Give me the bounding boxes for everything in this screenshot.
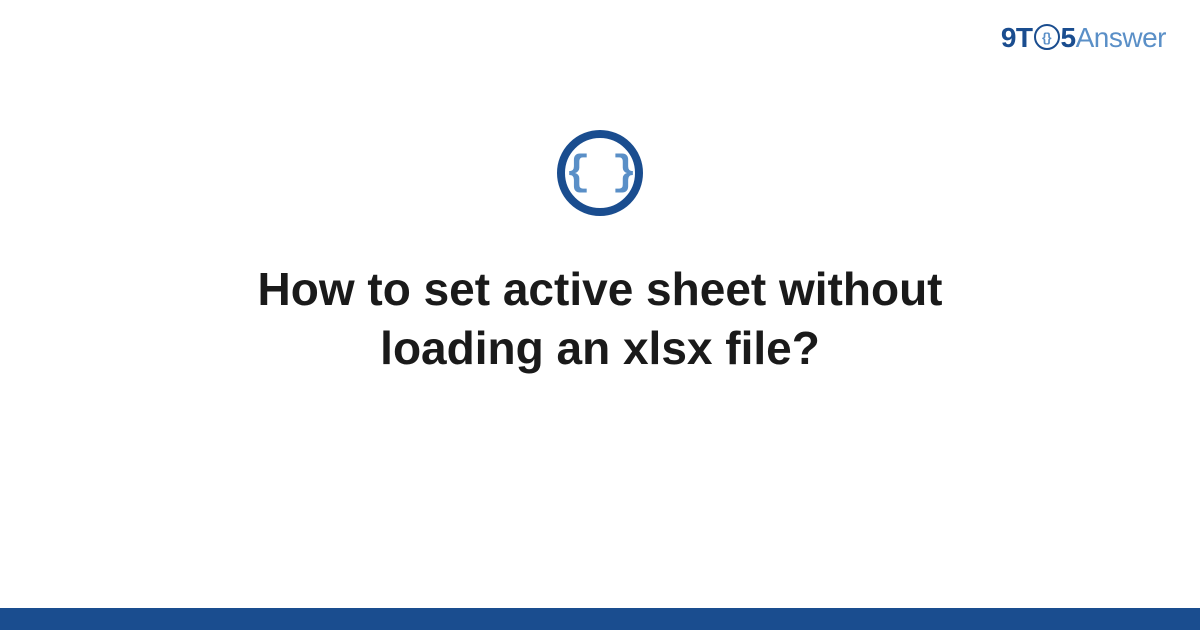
- category-icon-circle: { }: [557, 130, 643, 216]
- logo-text-9t: 9T: [1001, 22, 1033, 54]
- main-content: { } How to set active sheet without load…: [0, 130, 1200, 378]
- code-braces-icon: { }: [565, 152, 635, 194]
- logo-clock-inner: {}: [1042, 31, 1051, 44]
- logo-text-5: 5: [1061, 22, 1076, 54]
- site-logo[interactable]: 9T {} 5 Answer: [1001, 22, 1166, 54]
- logo-text-answer: Answer: [1076, 22, 1166, 54]
- footer-accent-bar: [0, 608, 1200, 630]
- question-title: How to set active sheet without loading …: [150, 260, 1050, 378]
- logo-clock-icon: {}: [1034, 24, 1060, 50]
